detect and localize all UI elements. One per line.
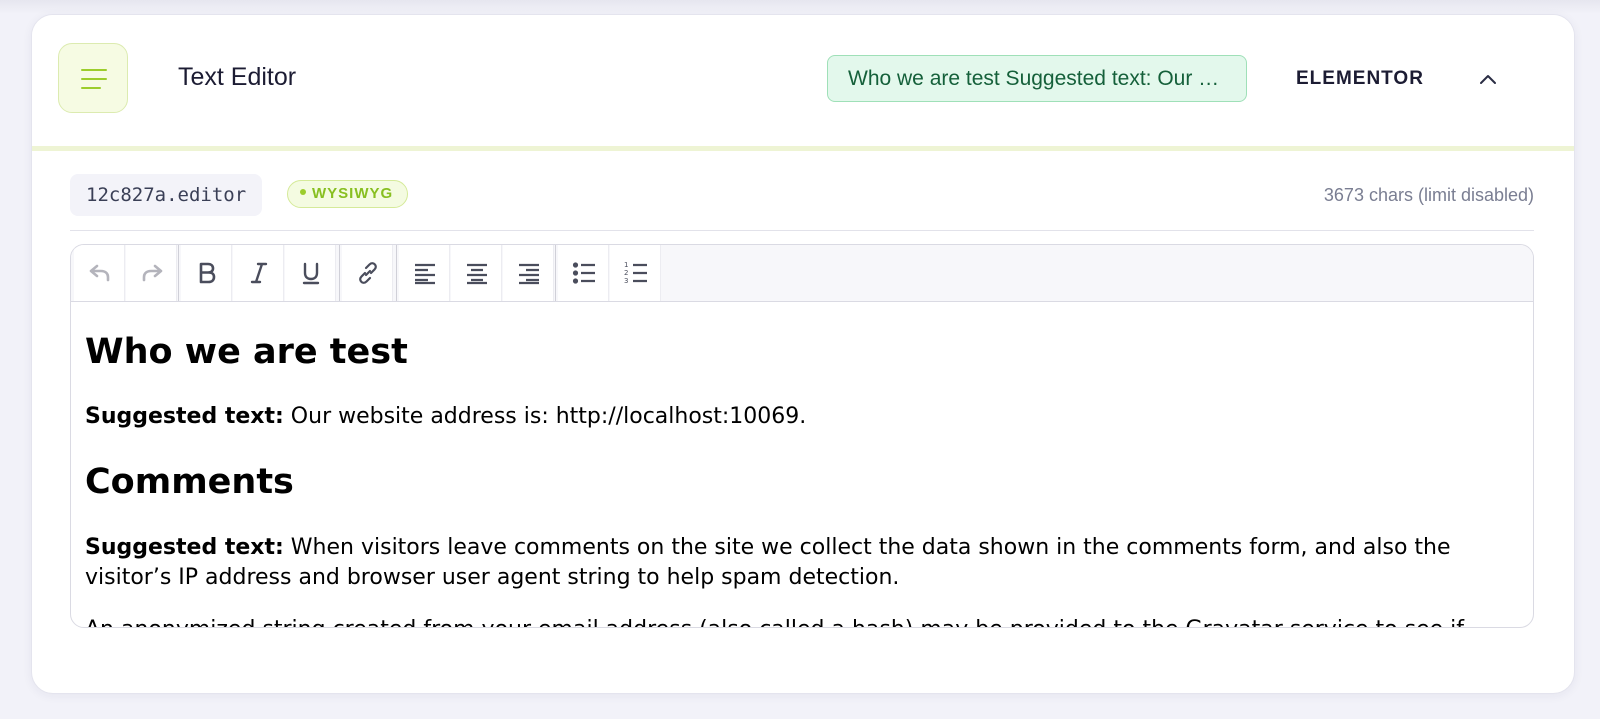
numbered-list-button[interactable]: 1 2 3 <box>610 245 661 301</box>
field-key-chip: 12c827a.editor <box>70 174 263 216</box>
italic-icon <box>250 262 268 284</box>
bold-icon <box>199 262 216 284</box>
redo-button[interactable] <box>126 245 177 301</box>
chevron-up-icon <box>1480 75 1496 84</box>
align-left-icon <box>415 263 435 285</box>
undo-button[interactable] <box>74 245 125 301</box>
editor-content[interactable]: Who we are test Suggested text: Our webs… <box>71 302 1533 627</box>
align-center-icon <box>467 263 487 285</box>
builder-label: ELEMENTOR <box>1296 68 1424 89</box>
mode-badge: WYSIWYG <box>287 180 409 208</box>
bulleted-list-icon <box>572 262 595 284</box>
content-paragraph-comments: Suggested text: When visitors leave comm… <box>85 533 1485 593</box>
suggested-text-label: Suggested text: <box>85 535 284 560</box>
mode-badge-label: WYSIWYG <box>312 185 394 202</box>
link-button[interactable] <box>342 245 393 301</box>
link-icon <box>359 262 377 284</box>
svg-text:1: 1 <box>624 261 628 269</box>
paragraph-text: Our website address is: http://localhost… <box>283 404 807 429</box>
bold-button[interactable] <box>181 245 232 301</box>
suggestion-preview-pill[interactable]: Who we are test Suggested text: Our webs… <box>827 55 1247 102</box>
align-left-button[interactable] <box>399 245 450 301</box>
align-group <box>397 245 556 301</box>
history-group <box>71 245 179 301</box>
underline-button[interactable] <box>285 245 336 301</box>
format-group <box>179 245 340 301</box>
underline-icon <box>302 262 320 285</box>
hamburger-icon-bar <box>81 87 101 89</box>
align-right-icon <box>519 263 539 285</box>
wysiwyg-editor: 1 2 3 Who we are test Suggested text: Ou… <box>70 244 1534 628</box>
italic-button[interactable] <box>233 245 284 301</box>
hamburger-icon <box>81 69 107 71</box>
content-heading-who-we-are: Who we are test <box>85 332 408 372</box>
redo-icon <box>142 264 163 282</box>
align-right-button[interactable] <box>503 245 554 301</box>
page-top-shade <box>0 0 1600 14</box>
content-heading-comments: Comments <box>85 462 294 502</box>
undo-icon <box>89 264 110 282</box>
align-center-button[interactable] <box>451 245 502 301</box>
field-title: Text Editor <box>178 63 297 91</box>
menu-button[interactable] <box>58 43 128 113</box>
link-group <box>340 245 397 301</box>
collapse-button[interactable] <box>1470 61 1506 97</box>
svg-text:3: 3 <box>624 277 628 285</box>
status-dot-icon <box>300 189 306 196</box>
suggested-text-label: Suggested text: <box>85 404 284 429</box>
editor-toolbar: 1 2 3 <box>71 245 1533 302</box>
field-meta-row: 12c827a.editor WYSIWYG 3673 chars (limit… <box>70 174 1534 231</box>
numbered-list-icon: 1 2 3 <box>624 261 647 285</box>
hamburger-icon-bar <box>81 78 107 80</box>
paragraph-text: When visitors leave comments on the site… <box>85 535 1451 590</box>
bulleted-list-button[interactable] <box>558 245 609 301</box>
field-header: Text Editor Who we are test Suggested te… <box>32 15 1574 151</box>
content-paragraph-address: Suggested text: Our website address is: … <box>85 402 1485 432</box>
svg-text:2: 2 <box>624 269 628 277</box>
char-count: 3673 chars (limit disabled) <box>1323 185 1534 205</box>
list-group: 1 2 3 <box>556 245 662 301</box>
text-editor-field-card: Text Editor Who we are test Suggested te… <box>31 14 1575 694</box>
content-paragraph-gravatar: An anonymized string created from your e… <box>85 615 1485 627</box>
